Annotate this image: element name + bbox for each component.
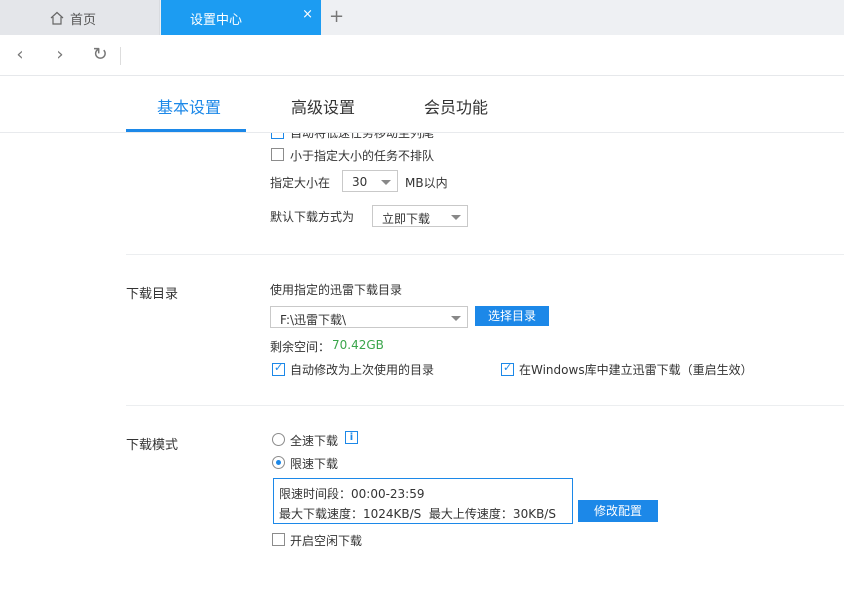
home-icon (50, 11, 64, 25)
tab-home[interactable]: 首页 (0, 0, 160, 35)
limit-speeds-text: 最大下载速度：1024KB/S 最大上传速度：30KB/S (279, 507, 556, 521)
tab-member-features[interactable]: 会员功能 (424, 94, 488, 118)
settings-tabs: 基本设置 高级设置 会员功能 (0, 76, 844, 133)
download-dir-path: F:\迅雷下载\ (280, 313, 347, 327)
default-download-mode-label: 默认下载方式为 (270, 210, 355, 224)
default-download-mode-value: 立即下载 (382, 212, 431, 226)
tab-advanced-settings[interactable]: 高级设置 (291, 94, 355, 118)
tab-home-label: 首页 (70, 13, 97, 28)
size-limit-label: 指定大小在 (270, 176, 331, 190)
limited-speed-radio[interactable] (272, 456, 285, 469)
size-limit-select[interactable]: 30 (342, 170, 398, 192)
nav-bar: ‹ › ↻ (0, 35, 844, 76)
close-tab-icon[interactable]: × (302, 7, 313, 22)
info-icon[interactable]: i (345, 431, 358, 444)
tab-settings-center[interactable]: 设置中心 × (161, 0, 321, 35)
default-download-mode-select[interactable]: 立即下载 (372, 205, 468, 227)
size-limit-value: 30 (352, 175, 368, 189)
active-tab-indicator (126, 129, 246, 132)
chevron-down-icon (451, 316, 461, 321)
small-task-no-queue-label: 小于指定大小的任务不排队 (290, 149, 435, 163)
forward-icon[interactable]: › (50, 45, 70, 65)
download-dir-section-title: 下载目录 (126, 287, 179, 302)
idle-download-checkbox[interactable] (272, 533, 285, 546)
idle-download-label: 开启空闲下载 (290, 534, 363, 548)
windows-library-checkbox[interactable] (501, 361, 514, 376)
low-speed-to-end-checkbox[interactable] (271, 133, 284, 139)
small-task-no-queue-checkbox[interactable] (271, 148, 284, 161)
full-speed-label: 全速下载 (290, 434, 339, 448)
use-specified-dir-label: 使用指定的迅雷下载目录 (270, 283, 403, 297)
full-speed-radio[interactable] (272, 433, 285, 446)
choose-dir-button[interactable]: 选择目录 (475, 306, 549, 326)
section-divider (126, 405, 844, 406)
tab-basic-settings[interactable]: 基本设置 (157, 94, 221, 118)
auto-modify-dir-label: 自动修改为上次使用的目录 (290, 363, 435, 377)
size-limit-unit: MB以内 (405, 176, 448, 190)
section-divider (126, 254, 844, 255)
modify-config-button[interactable]: 修改配置 (578, 500, 658, 522)
free-space-label: 剩余空间： (270, 340, 331, 354)
refresh-icon[interactable]: ↻ (90, 45, 110, 65)
low-speed-to-end-label: 自动将低速任务移动至列尾 (290, 133, 435, 140)
speed-limit-info-box: 限速时间段：00:00-23:59 最大下载速度：1024KB/S 最大上传速度… (273, 478, 573, 524)
windows-library-label: 在Windows库中建立迅雷下载（重启生效） (519, 363, 753, 377)
address-bar-divider (120, 47, 121, 65)
new-tab-button[interactable]: + (329, 6, 344, 28)
chevron-down-icon (381, 180, 391, 185)
back-icon[interactable]: ‹ (10, 45, 30, 65)
limit-period-text: 限速时间段：00:00-23:59 (279, 487, 425, 501)
download-mode-section-title: 下载模式 (126, 438, 179, 453)
auto-modify-dir-checkbox[interactable] (272, 361, 285, 376)
chevron-down-icon (451, 215, 461, 220)
tab-settings-label: 设置中心 (190, 13, 243, 28)
download-dir-select[interactable]: F:\迅雷下载\ (270, 306, 468, 328)
limited-speed-label: 限速下载 (290, 457, 339, 471)
settings-content: 自动将低速任务移动至列尾 小于指定大小的任务不排队 指定大小在 30 MB以内 … (0, 133, 844, 597)
free-space-value: 70.42GB (332, 338, 384, 352)
